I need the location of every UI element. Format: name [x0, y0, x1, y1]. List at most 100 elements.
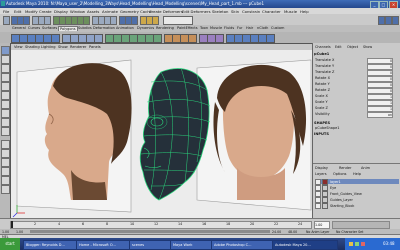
tab-hair[interactable]: Hair [245, 26, 254, 30]
viewport-menu-lighting[interactable]: Lighting [41, 45, 56, 49]
persp-graph-layout-icon[interactable] [1, 167, 10, 176]
layer-color-swatch[interactable] [322, 197, 328, 203]
poly-torus-icon[interactable] [51, 33, 60, 43]
menu-skeleton[interactable]: Skeleton [212, 9, 228, 14]
tab-fluids[interactable]: Fluids [223, 26, 235, 30]
snap-plane-icon[interactable] [110, 15, 117, 25]
four-view-layout-icon[interactable] [1, 149, 10, 158]
save-scene-icon[interactable] [23, 15, 30, 25]
tray-icon[interactable] [361, 242, 365, 246]
layer-row[interactable]: layer1 [315, 179, 399, 185]
taskbar-item[interactable]: scenes [129, 239, 173, 250]
tab-rendering[interactable]: Rendering [155, 26, 175, 30]
display-layer-radio[interactable]: Display [315, 166, 328, 170]
layer-visibility-toggle[interactable] [315, 191, 321, 197]
show-manip-icon[interactable] [1, 118, 10, 127]
layer-color-swatch[interactable] [322, 203, 328, 209]
channel-tab-channels[interactable]: Channels [315, 45, 331, 49]
taskbar-item-active[interactable]: Autodesk Maya 20... [272, 239, 338, 250]
tool-settings-icon[interactable] [385, 15, 392, 25]
tab-general[interactable]: General [11, 26, 27, 30]
range-end-field[interactable]: 48.00 [288, 230, 297, 234]
viewport-menu-renderer[interactable]: Renderer [70, 45, 86, 49]
shape-node-name[interactable]: pCubeShape1 [315, 126, 339, 130]
menu-display[interactable]: Display [54, 9, 68, 14]
tab-muscle[interactable]: Muscle [209, 26, 223, 30]
range-start-field[interactable]: 1.00 [16, 230, 23, 234]
end-time-field[interactable]: 24.00 [272, 230, 281, 234]
menu-help[interactable]: Help [300, 9, 309, 14]
layer-visibility-toggle[interactable] [315, 179, 321, 185]
tab-polygons[interactable]: Polygons [58, 26, 78, 31]
menu-character[interactable]: Character [262, 9, 281, 14]
viewport-menu-view[interactable]: View [14, 45, 23, 49]
tab-subdivs[interactable]: Subdivs [77, 26, 93, 30]
time-slider-track[interactable] [10, 221, 312, 229]
menu-edit-deformers[interactable]: Edit Deformers [182, 9, 211, 14]
start-time-field[interactable]: 1.00 [2, 230, 9, 234]
character-set-dropdown[interactable]: No Character Set [336, 230, 363, 234]
layer-visibility-toggle[interactable] [315, 197, 321, 203]
layer-row[interactable]: Starting_Block [315, 203, 399, 209]
layer-visibility-toggle[interactable] [315, 203, 321, 209]
tab-fur[interactable]: Fur [236, 26, 243, 30]
channel-value[interactable]: on [367, 112, 393, 118]
single-view-layout-icon[interactable] [1, 140, 10, 149]
menu-geometry-cache[interactable]: Geometry Cache [120, 9, 152, 14]
taskbar-item[interactable]: Adobe Photoshop C... [211, 239, 275, 250]
perspective-viewport[interactable]: View Shading Lighting Show Renderer Pane… [10, 43, 314, 220]
channel-tab-edit[interactable]: Edit [335, 45, 342, 49]
spherical-map-icon[interactable] [188, 33, 197, 43]
output-ops-icon[interactable] [131, 15, 138, 25]
anim-layer-dropdown[interactable]: No Anim Layer [306, 230, 329, 234]
layer-visibility-toggle[interactable] [315, 185, 321, 191]
outliner-layout-icon[interactable] [1, 185, 10, 194]
mirror-icon[interactable] [94, 33, 103, 43]
current-frame-field[interactable]: 1.00 [314, 221, 330, 229]
hypershade-layout-icon[interactable] [1, 176, 10, 185]
bevel-icon[interactable] [153, 33, 162, 43]
playback-controls[interactable] [332, 221, 390, 229]
custom-tool-6-icon[interactable] [266, 33, 275, 43]
menu-modify[interactable]: Modify [25, 9, 38, 14]
last-tool-icon[interactable] [1, 127, 10, 136]
layer-row[interactable]: Front_Guides_View [315, 191, 399, 197]
mask-dynamics-icon[interactable] [83, 15, 90, 25]
selected-object-name[interactable]: pCube1 [314, 52, 329, 56]
taskbar-item[interactable]: Home - Microsoft O... [76, 239, 132, 250]
persp-outliner-layout-icon[interactable] [1, 158, 10, 167]
layers-menu[interactable]: Layers [315, 172, 327, 176]
scale-tool-icon[interactable] [1, 91, 10, 100]
menu-animate[interactable]: Animate [102, 9, 118, 14]
menu-create[interactable]: Create [39, 9, 52, 14]
lasso-tool-icon[interactable] [1, 55, 10, 64]
current-time-marker[interactable] [11, 221, 13, 228]
tab-painteffects[interactable]: PaintEffects [176, 26, 199, 30]
tab-animation[interactable]: Animation [115, 26, 135, 30]
tab-deformation[interactable]: Deformation [92, 26, 116, 30]
channel-tab-show[interactable]: Show [363, 45, 372, 49]
menu-muscle[interactable]: Muscle [284, 9, 297, 14]
menu-edit[interactable]: Edit [14, 9, 21, 14]
menu-skin[interactable]: Skin [231, 9, 239, 14]
scene-view[interactable] [11, 50, 313, 219]
layer-color-swatch[interactable] [322, 179, 328, 185]
tray-icon[interactable] [349, 242, 353, 246]
layer-row[interactable]: Guides_Layer [315, 197, 399, 203]
render-layer-radio[interactable]: Render [339, 166, 351, 170]
channel-box-icon[interactable] [392, 15, 399, 25]
soft-mod-tool-icon[interactable] [1, 109, 10, 118]
tab-surfaces[interactable]: Surfaces [41, 26, 58, 30]
tab-curves[interactable]: Curves [27, 26, 41, 30]
layer-row[interactable]: Eye [315, 185, 399, 191]
paint-select-icon[interactable] [1, 64, 10, 73]
lattice-icon[interactable] [215, 33, 224, 43]
attribute-editor-icon[interactable] [378, 15, 385, 25]
layer-color-swatch[interactable] [322, 191, 328, 197]
help-menu[interactable]: Help [353, 172, 361, 176]
menu-constrain[interactable]: Constrain [242, 9, 260, 14]
tab-ncloth[interactable]: nCloth [256, 26, 269, 30]
tray-icon[interactable] [355, 242, 359, 246]
tab-toon[interactable]: Toon [199, 26, 209, 30]
render-settings-icon[interactable] [152, 15, 159, 25]
